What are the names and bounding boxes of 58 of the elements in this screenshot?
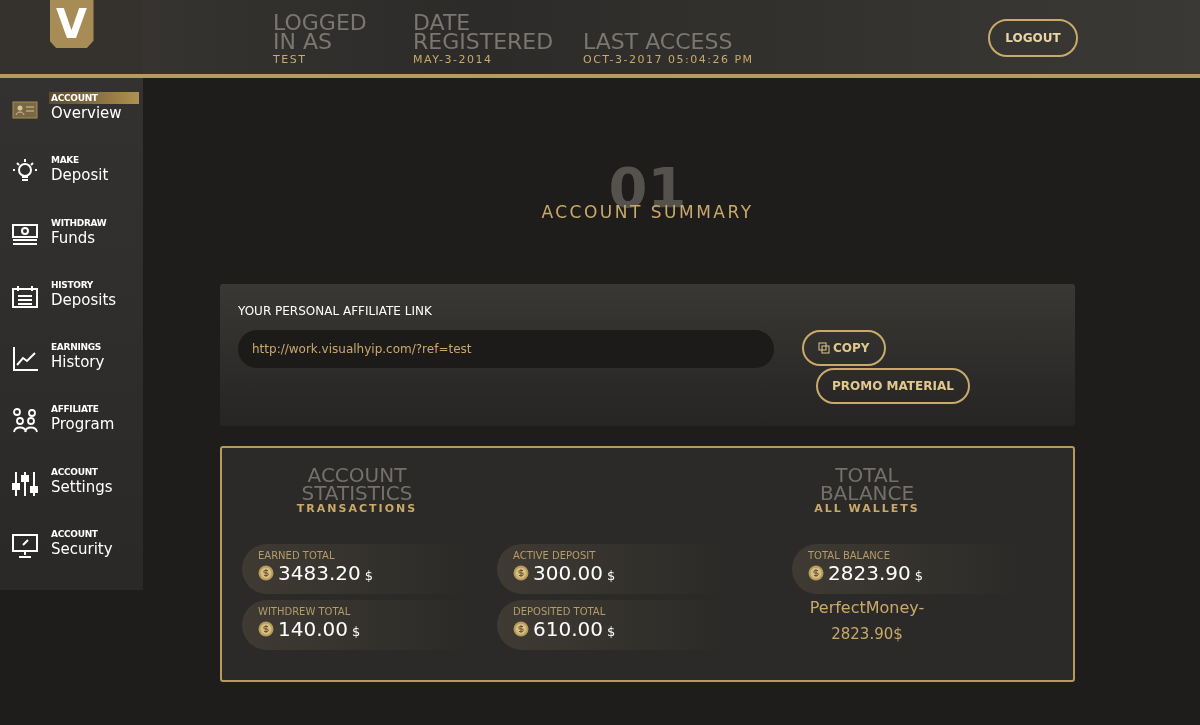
stat-label: DEPOSITED TOTAL xyxy=(513,606,607,617)
stat-value: 3483.20 xyxy=(278,561,361,585)
logout-button[interactable]: LOGOUT xyxy=(988,19,1078,57)
balance-label: TOTAL BALANCE xyxy=(808,550,892,561)
nav-caption[interactable]: HISTORY xyxy=(49,278,139,291)
nav-item[interactable]: Program xyxy=(51,415,139,434)
nav-caption[interactable]: ACCOUNT xyxy=(49,527,139,540)
nav-caption[interactable]: ACCOUNT xyxy=(49,465,139,478)
nav-caption[interactable]: EARNINGS xyxy=(49,341,139,353)
nav-item[interactable]: Deposits xyxy=(51,290,139,309)
balance-subtitle: ALL WALLETS xyxy=(814,502,920,515)
currency-sign: $ xyxy=(364,568,373,583)
nav-item[interactable]: History xyxy=(51,353,139,371)
coin-icon xyxy=(513,621,529,637)
coin-icon xyxy=(258,565,274,581)
info-value: OCT-3-2017 05:04:26 PM xyxy=(583,53,754,66)
stat-label: EARNED TOTAL xyxy=(258,550,336,561)
stats-subtitle: TRANSACTIONS xyxy=(296,502,418,515)
nav-caption[interactable]: WITHDRAW xyxy=(49,216,139,229)
info-value: MAY-3-2014 xyxy=(413,53,494,66)
info-label: DATE REGISTERED xyxy=(413,13,553,51)
nav-item[interactable]: Security xyxy=(51,539,139,558)
coin-icon xyxy=(258,621,274,637)
nav-item[interactable]: Overview xyxy=(51,104,139,122)
info-label: LAST ACCESS xyxy=(583,32,733,51)
info-value: TEST xyxy=(273,53,308,66)
wallet-value: 2823.90$ xyxy=(831,625,903,643)
stat-value: 300.00 xyxy=(533,561,603,585)
coin-icon xyxy=(513,565,529,581)
stat-value: 610.00 xyxy=(533,617,603,641)
stats-title: ACCOUNT STATISTICS xyxy=(301,466,413,502)
sliders-icon[interactable] xyxy=(11,469,39,498)
stat-value: 140.00 xyxy=(278,617,348,641)
wallet-name: PerfectMoney- xyxy=(809,598,925,617)
nav-caption[interactable]: AFFILIATE xyxy=(49,403,139,416)
affiliate-label: YOUR PERSONAL AFFILIATE LINK xyxy=(238,304,433,318)
copy-button[interactable]: COPY xyxy=(802,330,886,366)
balance-value: 2823.90 xyxy=(828,561,911,585)
line-chart-icon[interactable] xyxy=(11,345,39,373)
promo-material-button[interactable]: PROMO MATERIAL xyxy=(816,368,970,404)
coin-icon xyxy=(808,565,824,581)
balance-title: TOTAL BALANCE xyxy=(819,466,915,502)
logo: V xyxy=(49,0,94,48)
info-label: LOGGED IN AS xyxy=(273,13,368,51)
nav-caption[interactable]: ACCOUNT xyxy=(49,92,139,104)
nav-item[interactable]: Settings xyxy=(51,477,139,496)
nav-caption[interactable]: MAKE xyxy=(49,154,139,167)
affiliate-link-field[interactable]: http://work.visualhyip.com/?ref=test xyxy=(238,330,774,368)
monitor-icon[interactable] xyxy=(11,531,39,560)
currency-sign: $ xyxy=(607,624,616,639)
currency-sign: $ xyxy=(607,568,616,583)
nav-item[interactable]: Deposit xyxy=(51,166,139,185)
currency-sign: $ xyxy=(352,624,361,639)
nav-item[interactable]: Funds xyxy=(51,228,139,247)
copy-icon xyxy=(818,342,830,354)
stat-label: ACTIVE DEPOSIT xyxy=(513,550,597,561)
stat-label: WITHDREW TOTAL xyxy=(258,606,352,617)
currency-sign: $ xyxy=(914,568,923,583)
